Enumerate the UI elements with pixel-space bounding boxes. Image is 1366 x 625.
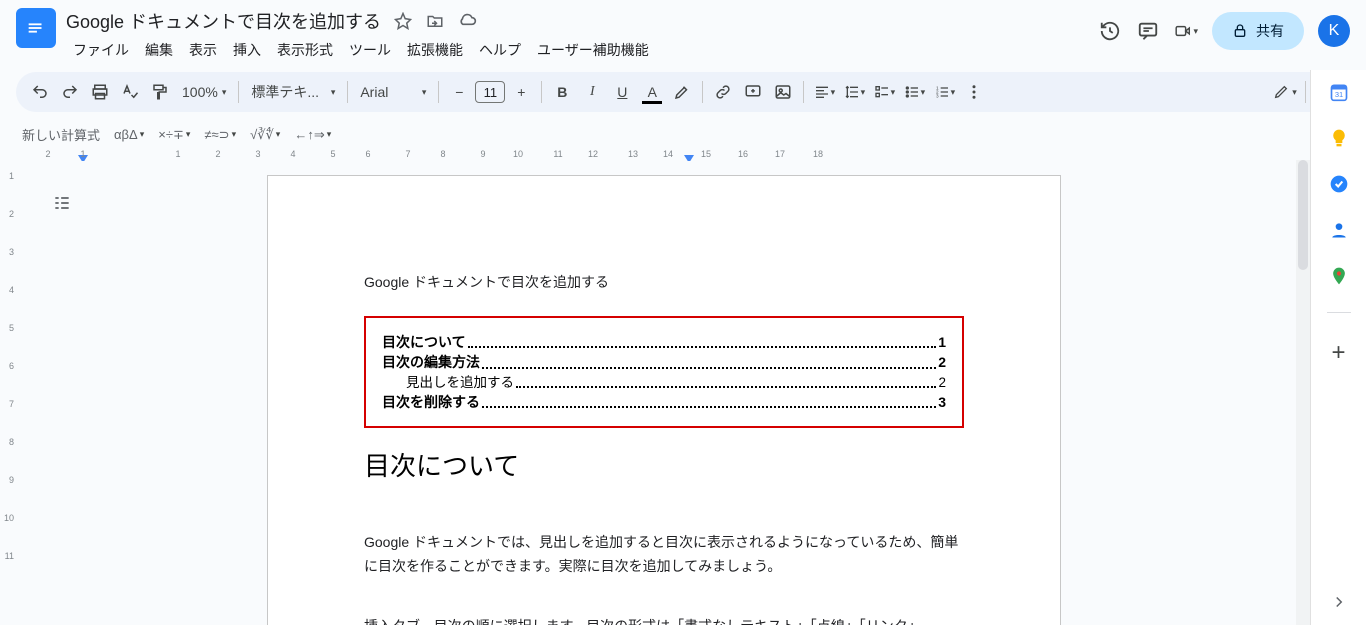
toc-label: 目次を削除する	[382, 392, 480, 412]
eq-math-button[interactable]: √∛∜ ▾	[250, 127, 280, 143]
svg-text:31: 31	[1334, 90, 1342, 99]
redo-button[interactable]	[56, 78, 84, 106]
bold-button[interactable]: B	[548, 78, 576, 106]
toc-page-num: 3	[938, 392, 946, 412]
star-icon[interactable]	[393, 11, 413, 31]
font-select[interactable]: Arial▾	[354, 84, 432, 100]
account-avatar[interactable]: K	[1318, 15, 1350, 47]
text-color-button[interactable]: A	[638, 78, 666, 106]
scrollbar-thumb[interactable]	[1298, 160, 1308, 270]
comments-icon[interactable]	[1136, 19, 1160, 43]
toc-label: 目次の編集方法	[382, 352, 480, 372]
body-paragraph-2: 挿入タブ、目次の順に選択します。目次の形式は「書式なしテキスト」「点線」「リンク…	[364, 615, 964, 625]
meet-icon[interactable]: ▾	[1174, 19, 1198, 43]
line-spacing-button[interactable]: ▾	[840, 78, 868, 106]
menu-extensions[interactable]: 拡張機能	[400, 36, 470, 64]
vertical-scrollbar[interactable]	[1296, 160, 1310, 625]
heading-1: 目次について	[364, 446, 964, 483]
menu-file[interactable]: ファイル	[66, 36, 136, 64]
side-panel-collapse-button[interactable]	[1330, 593, 1348, 611]
document-canvas[interactable]: Google ドキュメントで目次を追加する 目次について1目次の編集方法2見出し…	[18, 161, 1310, 625]
get-addons-button[interactable]: +	[1331, 339, 1345, 367]
insert-comment-button[interactable]	[739, 78, 767, 106]
decrease-font-size-button[interactable]: −	[445, 78, 473, 106]
eq-greek-button[interactable]: αβΔ ▾	[114, 127, 144, 142]
toc-page-num: 2	[938, 352, 946, 372]
maps-app-icon[interactable]	[1329, 266, 1349, 286]
body-paragraph-1: Google ドキュメントでは、見出しを追加すると目次に表示されるようになってい…	[364, 531, 964, 579]
menubar: ファイル 編集 表示 挿入 表示形式 ツール 拡張機能 ヘルプ ユーザー補助機能	[66, 36, 1098, 64]
toc-row[interactable]: 目次の編集方法 2	[382, 352, 946, 372]
document-page[interactable]: Google ドキュメントで目次を追加する 目次について1目次の編集方法2見出し…	[267, 175, 1061, 625]
menu-insert[interactable]: 挿入	[226, 36, 268, 64]
zoom-select[interactable]: 100%▾	[176, 84, 232, 100]
cloud-status-icon[interactable]	[457, 11, 477, 31]
font-size-input[interactable]: 11	[475, 81, 505, 103]
eq-arrows-button[interactable]: ←↑⇒ ▾	[294, 127, 331, 143]
share-label: 共有	[1256, 21, 1284, 41]
menu-accessibility[interactable]: ユーザー補助機能	[530, 36, 656, 64]
move-folder-icon[interactable]	[425, 11, 445, 31]
increase-font-size-button[interactable]: +	[507, 78, 535, 106]
more-options-button[interactable]	[960, 78, 988, 106]
menu-format[interactable]: 表示形式	[270, 36, 340, 64]
toolbar: 100%▾ 標準テキ...▾ Arial▾ − 11 + B I U A ▾ ▾…	[16, 72, 1350, 112]
menu-tools[interactable]: ツール	[342, 36, 398, 64]
toc-row[interactable]: 目次について 1	[382, 332, 946, 352]
toc-page-num: 1	[938, 332, 946, 352]
menu-edit[interactable]: 編集	[138, 36, 180, 64]
italic-button[interactable]: I	[578, 78, 606, 106]
side-panel: 31 +	[1310, 70, 1366, 625]
svg-text:3: 3	[936, 93, 939, 98]
editing-mode-button[interactable]: ▾	[1271, 78, 1299, 106]
calendar-app-icon[interactable]: 31	[1329, 82, 1349, 102]
insert-image-button[interactable]	[769, 78, 797, 106]
spellcheck-button[interactable]	[116, 78, 144, 106]
numbered-list-button[interactable]: 123▾	[930, 78, 958, 106]
document-title[interactable]: Google ドキュメントで目次を追加する	[66, 8, 381, 34]
print-button[interactable]	[86, 78, 114, 106]
toc-row[interactable]: 見出しを追加する 2	[382, 373, 946, 393]
toc-label: 見出しを追加する	[406, 373, 514, 393]
history-icon[interactable]	[1098, 19, 1122, 43]
horizontal-ruler[interactable]: 21123456789101112131415161718	[18, 145, 1310, 161]
checklist-button[interactable]: ▾	[870, 78, 898, 106]
toc-row[interactable]: 目次を削除する 3	[382, 392, 946, 412]
undo-button[interactable]	[26, 78, 54, 106]
align-button[interactable]: ▾	[810, 78, 838, 106]
tasks-app-icon[interactable]	[1329, 174, 1349, 194]
menu-help[interactable]: ヘルプ	[472, 36, 528, 64]
vertical-ruler[interactable]: 1234567891011	[0, 161, 18, 625]
eq-relations-button[interactable]: ≠≈⊃ ▾	[204, 127, 236, 143]
outline-toggle-button[interactable]	[48, 189, 76, 217]
keep-app-icon[interactable]	[1329, 128, 1349, 148]
menu-view[interactable]: 表示	[182, 36, 224, 64]
toc-label: 目次について	[382, 332, 466, 352]
highlight-button[interactable]	[668, 78, 696, 106]
docs-product-icon[interactable]	[16, 8, 56, 48]
underline-button[interactable]: U	[608, 78, 636, 106]
share-button[interactable]: 共有	[1212, 12, 1304, 50]
contacts-app-icon[interactable]	[1329, 220, 1349, 240]
page-title-text: Google ドキュメントで目次を追加する	[364, 272, 964, 292]
equation-new-label[interactable]: 新しい計算式	[22, 125, 100, 144]
paragraph-style-select[interactable]: 標準テキ...▾	[245, 82, 341, 102]
table-of-contents-box: 目次について 1 目次の編集方法 2 見出しを追加する 2 目次を削除する 3	[364, 316, 964, 428]
toc-page-num: 2	[938, 373, 946, 393]
bulleted-list-button[interactable]: ▾	[900, 78, 928, 106]
paint-format-button[interactable]	[146, 78, 174, 106]
eq-operators-button[interactable]: ×÷∓ ▾	[158, 127, 190, 143]
insert-link-button[interactable]	[709, 78, 737, 106]
